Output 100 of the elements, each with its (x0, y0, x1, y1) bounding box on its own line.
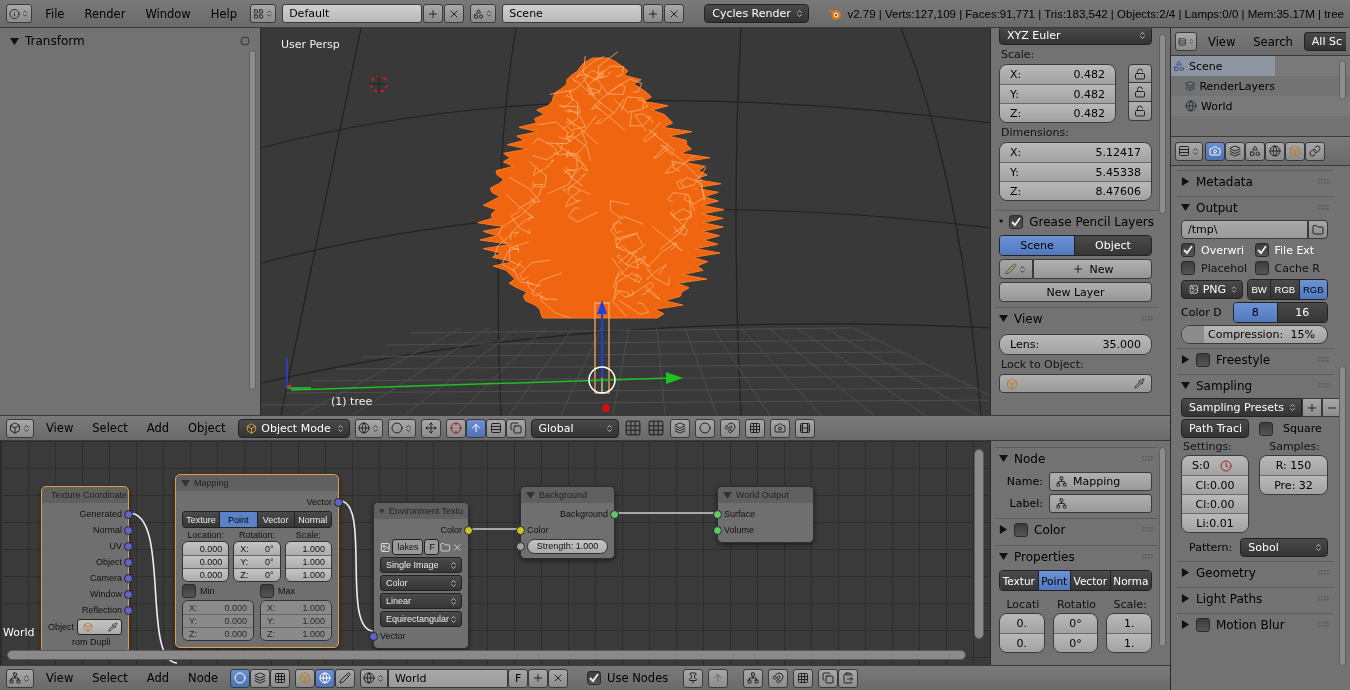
layers-icon[interactable] (1229, 145, 1241, 157)
scrollbar[interactable] (249, 50, 256, 390)
screen-layout-field[interactable]: Default (282, 4, 423, 23)
scene-field[interactable]: Scene (502, 4, 643, 23)
mode-dropdown[interactable]: Object Mode (237, 418, 350, 438)
file-format-dropdown[interactable]: PNG (1181, 280, 1243, 299)
eyedropper-icon[interactable] (1134, 378, 1145, 389)
number-field[interactable]: X: 1.000 (261, 601, 331, 614)
panel-header[interactable]: Sampling (1177, 374, 1334, 396)
caret-icon[interactable] (376, 673, 386, 683)
image-icon[interactable] (380, 541, 391, 553)
panel-header[interactable]: Grease Pencil Layers (995, 210, 1158, 232)
grip-icon[interactable] (1318, 569, 1330, 576)
mapping-type-tab[interactable]: Norma (1109, 571, 1151, 590)
menu-item[interactable]: Node (181, 669, 226, 687)
world-field[interactable]: World (388, 668, 509, 688)
compression-slider[interactable]: Compression: 15% (1181, 325, 1328, 344)
paste-icon[interactable] (842, 672, 855, 684)
panel-header[interactable]: Node (995, 447, 1158, 469)
compositing-icon[interactable] (254, 672, 267, 684)
grip-icon[interactable] (1142, 315, 1154, 322)
grip-icon[interactable] (1142, 455, 1154, 462)
image-icon[interactable] (1189, 284, 1199, 295)
menu-item[interactable]: View (39, 419, 81, 437)
menu-item[interactable]: Add (139, 419, 177, 437)
disclosure-triangle-icon[interactable] (1181, 203, 1190, 212)
circle-icon[interactable] (698, 422, 711, 434)
number-field[interactable]: R: 150 (1260, 456, 1327, 475)
rotation-mode-dropdown[interactable]: XYZ Euler (999, 28, 1152, 45)
panel-header[interactable]: Geometry (1177, 561, 1334, 583)
checkbox[interactable] (1181, 261, 1195, 275)
scrollbar[interactable] (1159, 447, 1166, 647)
folder-icon[interactable] (440, 541, 451, 553)
sphere-icon[interactable] (357, 422, 370, 434)
mapping-type-tab[interactable]: Vector (256, 512, 294, 527)
disclosure-triangle-icon[interactable] (1181, 381, 1190, 390)
number-field[interactable]: Z: 0.482 (1000, 103, 1115, 122)
node-icon[interactable] (1056, 476, 1067, 487)
arrow-icon[interactable] (469, 422, 482, 434)
disclosure-triangle-icon[interactable] (999, 314, 1008, 323)
copy-icon[interactable] (822, 672, 835, 684)
caret-icon[interactable] (20, 9, 30, 18)
mapping-type-tab[interactable]: Textur (1000, 571, 1038, 590)
outliner-item[interactable]: RenderLayers (1171, 76, 1275, 96)
unlock-icon[interactable] (1134, 67, 1146, 80)
new-layer-button[interactable]: New Layer (999, 282, 1152, 302)
number-field[interactable]: 1.000 (285, 568, 331, 581)
disclosure-triangle-icon[interactable] (1181, 594, 1190, 603)
layer-grid-icon[interactable] (623, 419, 642, 437)
axes-icon[interactable] (449, 422, 462, 434)
caret-icon[interactable] (1314, 543, 1323, 552)
number-field[interactable]: Z: 1.000 (261, 627, 331, 640)
number-field[interactable]: Z: 0.000 (183, 627, 253, 640)
x-axis-arrow-icon[interactable] (290, 372, 683, 391)
mapping-type-tab[interactable]: Point (219, 512, 257, 527)
fake-user-button[interactable]: F (423, 539, 439, 555)
mapping-type-tab[interactable]: Vector (1069, 571, 1110, 590)
socket[interactable] (369, 632, 378, 641)
caret-icon[interactable] (604, 423, 614, 433)
dropdown[interactable]: Color (380, 575, 462, 591)
number-field[interactable]: 0. (1000, 633, 1044, 652)
3d-cursor-icon[interactable] (368, 73, 390, 95)
socket[interactable] (464, 526, 473, 535)
magnet-icon[interactable] (772, 672, 785, 684)
grip-icon[interactable] (1142, 553, 1154, 560)
panel-header[interactable]: Color (995, 518, 1158, 540)
number-field[interactable]: Cl:0.00 (1182, 475, 1248, 494)
menu-item[interactable]: File (38, 4, 72, 23)
globe-icon[interactable] (1269, 145, 1281, 157)
number-field[interactable]: Li:0.01 (1182, 513, 1248, 532)
pattern-dropdown[interactable]: Sobol (1240, 538, 1328, 557)
number-field[interactable]: X: 0° (234, 542, 280, 555)
grip-icon[interactable] (1318, 204, 1330, 211)
checkbox[interactable] (182, 584, 196, 598)
sampling-presets-dropdown[interactable]: Sampling Presets (1181, 398, 1302, 417)
menu-item[interactable]: Help (203, 4, 244, 23)
caret-icon[interactable] (22, 423, 31, 433)
number-field[interactable]: 1.000 (285, 555, 331, 568)
caret-icon[interactable] (449, 614, 458, 624)
scene-icon[interactable] (1249, 145, 1261, 157)
new-button[interactable]: New (1033, 259, 1152, 279)
caret-icon[interactable] (335, 423, 345, 433)
node-editor-canvas[interactable] (0, 441, 990, 665)
data-source-tab[interactable]: Scene (1000, 236, 1074, 255)
scrollbar[interactable] (1339, 60, 1346, 100)
lock-object-field[interactable] (999, 374, 1152, 393)
menu-item[interactable]: Search (1246, 32, 1300, 51)
grip-icon[interactable] (1142, 526, 1154, 533)
node-icon[interactable] (1056, 498, 1067, 509)
number-field[interactable]: X: 0.482 (1000, 65, 1115, 84)
color-mode-option[interactable]: RGB (1298, 280, 1327, 299)
lens-field[interactable]: Lens: 35.000 (1000, 335, 1151, 354)
number-field[interactable]: Y: 5.45338 (1000, 162, 1151, 181)
number-field[interactable]: S:0 (1182, 456, 1248, 475)
render-engine-dropdown[interactable]: Cycles Render (704, 4, 809, 23)
menu-item[interactable]: View (39, 669, 81, 687)
plus-icon[interactable] (1306, 401, 1318, 414)
object-field[interactable] (77, 619, 122, 635)
list-icon[interactable] (1178, 35, 1187, 48)
strength-field[interactable]: Strength: 1.000 (527, 538, 608, 554)
